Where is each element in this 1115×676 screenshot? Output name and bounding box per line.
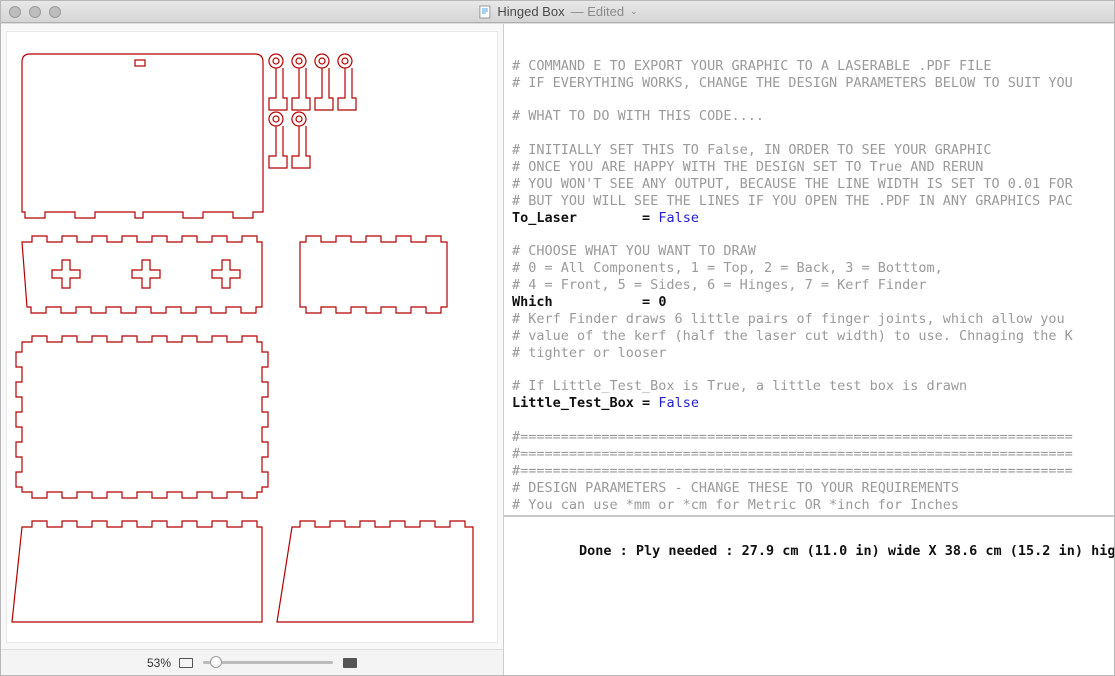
canvas-wrap	[1, 24, 503, 649]
zoom-percent-label: 53%	[147, 656, 171, 670]
code-line[interactable]	[512, 227, 1114, 244]
output-console[interactable]: Done : Ply needed : 27.9 cm (11.0 in) wi…	[504, 515, 1114, 675]
graphic-pane: 53%	[1, 24, 504, 675]
zoom-icon[interactable]	[49, 6, 61, 18]
code-line[interactable]: # COMMAND E TO EXPORT YOUR GRAPHIC TO A …	[512, 58, 1114, 75]
code-line[interactable]: # WHAT TO DO WITH THIS CODE....	[512, 108, 1114, 125]
app-window: Hinged Box — Edited ⌄	[0, 0, 1115, 676]
window-title[interactable]: Hinged Box — Edited ⌄	[477, 4, 637, 19]
code-line[interactable]: # Kerf Finder draws 6 little pairs of fi…	[512, 311, 1114, 328]
title-edited: — Edited	[571, 4, 624, 19]
code-line[interactable]: # ONCE YOU ARE HAPPY WITH THE DESIGN SET…	[512, 159, 1114, 176]
code-line[interactable]: Little_Test_Box = False	[512, 395, 1114, 412]
code-line[interactable]: # INITIALLY SET THIS TO False, IN ORDER …	[512, 142, 1114, 159]
code-line[interactable]: # tighter or looser	[512, 345, 1114, 362]
zoom-out-icon[interactable]	[179, 658, 193, 668]
code-line[interactable]: # You can use *mm or *cm for Metric OR *…	[512, 497, 1114, 514]
zoom-slider[interactable]	[203, 656, 333, 670]
laser-layout-canvas[interactable]	[7, 32, 497, 642]
output-text: Done : Ply needed : 27.9 cm (11.0 in) wi…	[579, 543, 1114, 559]
traffic-lights	[1, 6, 61, 18]
close-icon[interactable]	[9, 6, 21, 18]
minimize-icon[interactable]	[29, 6, 41, 18]
code-editor[interactable]: # COMMAND E TO EXPORT YOUR GRAPHIC TO A …	[504, 24, 1114, 515]
code-line[interactable]: # If Little_Test_Box is True, a little t…	[512, 378, 1114, 395]
code-line[interactable]: # YOU WON'T SEE ANY OUTPUT, BECAUSE THE …	[512, 176, 1114, 193]
code-line[interactable]: # BUT YOU WILL SEE THE LINES IF YOU OPEN…	[512, 193, 1114, 210]
code-line[interactable]	[512, 362, 1114, 379]
code-line[interactable]: Which = 0	[512, 294, 1114, 311]
code-line[interactable]	[512, 412, 1114, 429]
code-line[interactable]: To_Laser = False	[512, 210, 1114, 227]
code-line[interactable]: # DESIGN PARAMETERS - CHANGE THESE TO YO…	[512, 480, 1114, 497]
code-line[interactable]	[512, 125, 1114, 142]
code-line[interactable]: # CHOOSE WHAT YOU WANT TO DRAW	[512, 243, 1114, 260]
zoom-bar: 53%	[1, 649, 503, 675]
code-line[interactable]: # 0 = All Components, 1 = Top, 2 = Back,…	[512, 260, 1114, 277]
titlebar: Hinged Box — Edited ⌄	[1, 1, 1114, 23]
code-line[interactable]: #=======================================…	[512, 463, 1114, 480]
code-line[interactable]: # 4 = Front, 5 = Sides, 6 = Hinges, 7 = …	[512, 277, 1114, 294]
zoom-in-icon[interactable]	[343, 658, 357, 668]
code-line[interactable]	[512, 92, 1114, 109]
main-area: 53% # COMMAND E TO EXPORT YOUR GRAPHIC T…	[1, 23, 1114, 675]
code-line[interactable]: # IF EVERYTHING WORKS, CHANGE THE DESIGN…	[512, 75, 1114, 92]
code-pane: # COMMAND E TO EXPORT YOUR GRAPHIC TO A …	[504, 24, 1114, 675]
code-line[interactable]: #=======================================…	[512, 429, 1114, 446]
code-line[interactable]: #=======================================…	[512, 446, 1114, 463]
document-icon	[477, 5, 491, 19]
code-line[interactable]: # value of the kerf (half the laser cut …	[512, 328, 1114, 345]
title-text: Hinged Box	[497, 4, 564, 19]
chevron-down-icon[interactable]: ⌄	[630, 6, 638, 17]
